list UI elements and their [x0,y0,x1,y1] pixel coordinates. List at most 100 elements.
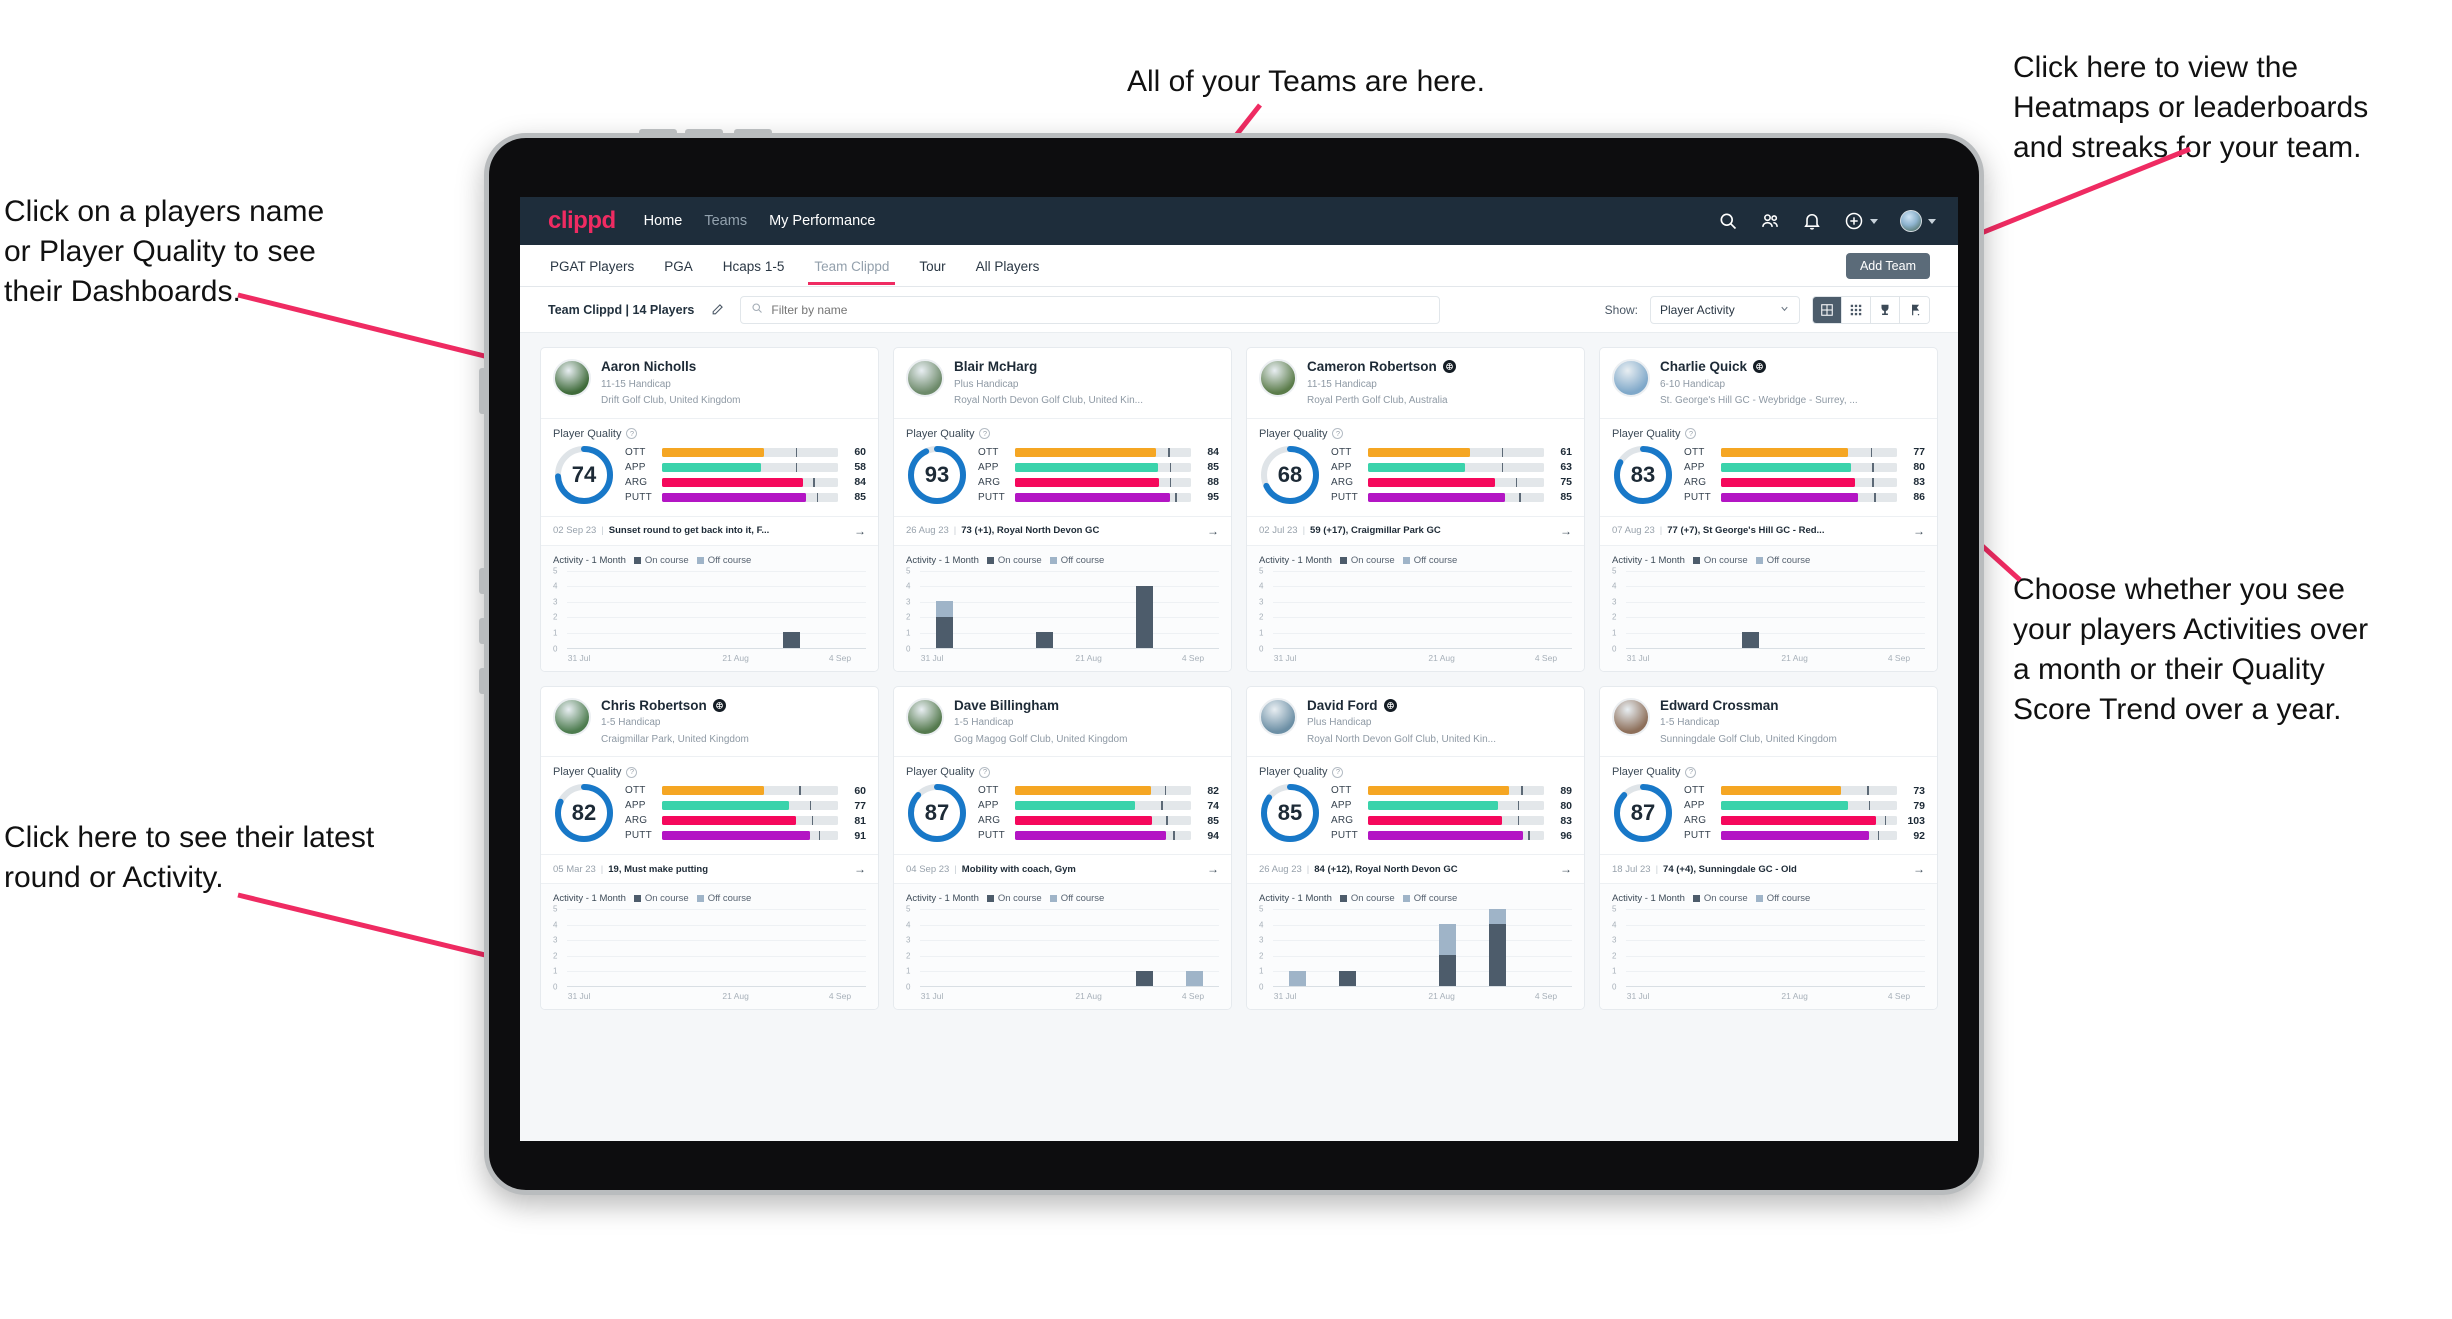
avatar[interactable] [1259,697,1297,736]
player-name[interactable]: Edward Crossman [1660,698,1837,714]
tab-team-clippd[interactable]: Team Clippd [808,248,896,285]
player-card[interactable]: Aaron Nicholls 11-15 Handicap Drift Golf C… [540,347,879,672]
question-icon[interactable]: ? [1685,428,1697,440]
arrow-right-icon[interactable]: → [846,524,866,538]
avatar[interactable] [553,359,591,397]
latest-round-row[interactable]: 02 Jul 23 | 59 (+17), Craigmillar Park GC → [1247,515,1584,546]
player-handicap: 1-5 Handicap [601,717,661,729]
quality-donut: 83 [1612,444,1674,506]
latest-round-row[interactable]: 26 Aug 23 | 84 (+12), Royal North Devon GC… [1247,854,1584,885]
player-card[interactable]: Dave Billingham 1-5 Handicap Gog Magog Gol… [893,685,1232,1011]
latest-round-row[interactable]: 04 Sep 23 | Mobility with coach, Gym → [894,854,1231,885]
player-quality-section[interactable]: Player Quality? 87 OTT 82 APP 74 ARG 85 PUTT 94 [894,757,1231,854]
latest-round-row[interactable]: 26 Aug 23 | 73 (+1), Royal North Devon GC → [894,515,1231,546]
question-icon[interactable]: ? [1332,428,1344,440]
avatar[interactable] [1259,359,1297,397]
tab-hcaps-1-5[interactable]: Hcaps 1-5 [721,248,787,284]
latest-round-row[interactable]: 07 Aug 23 | 77 (+7), St George's Hill GC -… [1600,515,1937,546]
player-quality-section[interactable]: Player Quality? 93 OTT 84 APP 85 ARG 88 PUTT 95 [894,419,1231,516]
x-tick-label: 21 Aug [722,652,749,663]
question-icon[interactable]: ? [1332,766,1344,778]
player-quality-section[interactable]: Player Quality? 83 OTT 77 APP 80 ARG 83 PUTT 86 [1600,419,1937,516]
search-input[interactable] [771,302,1430,317]
dense-grid-view-button[interactable] [1842,296,1871,323]
player-name[interactable]: Blair McHarg [954,359,1143,375]
player-card[interactable]: Chris Robertson 1-5 Handicap Craigmillar P… [540,685,879,1011]
avatar[interactable] [553,697,591,736]
nav-link-my-performance[interactable]: My Performance [769,213,875,229]
player-card[interactable]: Charlie Quick 6-10 Handicap St. George's H… [1599,347,1938,672]
leaderboard-view-button[interactable] [1871,296,1900,323]
pencil-icon[interactable] [706,299,728,321]
show-select[interactable]: Player Activity [1650,295,1800,324]
metric-label: PUTT [1684,830,1711,842]
bell-icon[interactable] [1802,211,1822,231]
question-icon[interactable]: ? [979,766,991,778]
search-box[interactable] [740,295,1441,324]
arrow-right-icon[interactable]: → [1905,524,1925,538]
add-menu[interactable] [1844,211,1878,231]
search-icon[interactable] [1718,211,1738,231]
player-card-header[interactable]: Dave Billingham 1-5 Handicap Gog Magog Gol… [894,687,1231,757]
player-quality-section[interactable]: Player Quality? 68 OTT 61 APP 63 ARG 75 PUTT 85 [1247,419,1584,516]
avatar[interactable] [1612,359,1650,397]
player-quality-section[interactable]: Player Quality? 87 OTT 73 APP 79 ARG 103 PUTT 92 [1600,757,1937,854]
player-card-header[interactable]: Aaron Nicholls 11-15 Handicap Drift Golf C… [541,348,878,418]
player-card[interactable]: David Ford Plus Handicap Royal North Devon… [1246,685,1585,1011]
top-navbar: clippd Home Teams My Performance [520,197,1958,245]
metric-label: ARG [1331,815,1354,827]
player-card-header[interactable]: David Ford Plus Handicap Royal North Devon… [1247,687,1584,757]
players-grid-container[interactable]: Aaron Nicholls 11-15 Handicap Drift Golf C… [520,333,1958,1141]
question-icon[interactable]: ? [626,766,638,778]
player-name[interactable]: David Ford [1307,698,1496,714]
player-name[interactable]: Cameron Robertson [1307,359,1456,375]
avatar[interactable] [1612,697,1650,736]
player-card-header[interactable]: Chris Robertson 1-5 Handicap Craigmillar P… [541,687,878,757]
y-tick-label: 4 [1612,581,1617,591]
latest-round-row[interactable]: 02 Sep 23 | Sunset round to get back into … [541,515,878,546]
question-icon[interactable]: ? [626,428,638,440]
metric-label: OTT [978,785,999,797]
avatar[interactable] [906,359,944,397]
nav-link-teams[interactable]: Teams [704,213,747,229]
player-card-header[interactable]: Cameron Robertson 11-15 Handicap Royal Per… [1247,348,1584,418]
avatar[interactable] [1900,210,1922,232]
metric-value: 82 [1207,784,1219,797]
player-card-header[interactable]: Edward Crossman 1-5 Handicap Sunningdale G… [1600,687,1937,757]
player-name[interactable]: Dave Billingham [954,698,1127,714]
latest-round-row[interactable]: 05 Mar 23 | 19, Must make putting → [541,854,878,885]
tab-tour[interactable]: Tour [917,248,947,284]
tab-pgat-players[interactable]: PGAT Players [548,248,636,284]
player-card-header[interactable]: Blair McHarg Plus Handicap Royal North Dev… [894,348,1231,418]
player-name[interactable]: Aaron Nicholls [601,359,741,375]
add-team-button[interactable]: Add Team [1845,252,1930,279]
player-quality-section[interactable]: Player Quality? 74 OTT 60 APP 58 ARG 84 PUTT 85 [541,419,878,516]
tab-pga[interactable]: PGA [662,248,695,284]
grid-view-button[interactable] [1813,296,1842,323]
people-icon[interactable] [1760,211,1780,231]
arrow-right-icon[interactable]: → [1199,524,1219,538]
user-menu[interactable] [1900,210,1936,232]
clippd-logo[interactable]: clippd [548,207,616,235]
player-card[interactable]: Cameron Robertson 11-15 Handicap Royal Per… [1246,347,1585,672]
arrow-right-icon[interactable]: → [1199,862,1219,876]
arrow-right-icon[interactable]: → [1552,524,1572,538]
player-quality-section[interactable]: Player Quality? 82 OTT 60 APP 77 ARG 81 PUTT 91 [541,757,878,854]
latest-round-row[interactable]: 18 Jul 23 | 74 (+4), Sunningdale GC - Old → [1600,854,1937,885]
player-quality-section[interactable]: Player Quality? 85 OTT 89 APP 80 ARG 83 PUTT 96 [1247,757,1584,854]
player-name[interactable]: Charlie Quick [1660,359,1858,375]
arrow-right-icon[interactable]: → [1905,862,1925,876]
nav-link-home[interactable]: Home [644,213,683,229]
arrow-right-icon[interactable]: → [846,862,866,876]
plus-circle-icon[interactable] [1844,211,1864,231]
heatmap-view-button[interactable] [1900,296,1929,323]
question-icon[interactable]: ? [1685,766,1697,778]
tab-all-players[interactable]: All Players [974,248,1042,284]
player-card[interactable]: Edward Crossman 1-5 Handicap Sunningdale G… [1599,685,1938,1011]
player-name[interactable]: Chris Robertson [601,698,749,714]
question-icon[interactable]: ? [979,428,991,440]
player-card-header[interactable]: Charlie Quick 6-10 Handicap St. George's H… [1600,348,1937,418]
arrow-right-icon[interactable]: → [1552,862,1572,876]
avatar[interactable] [906,697,944,736]
player-card[interactable]: Blair McHarg Plus Handicap Royal North Dev… [893,347,1232,672]
